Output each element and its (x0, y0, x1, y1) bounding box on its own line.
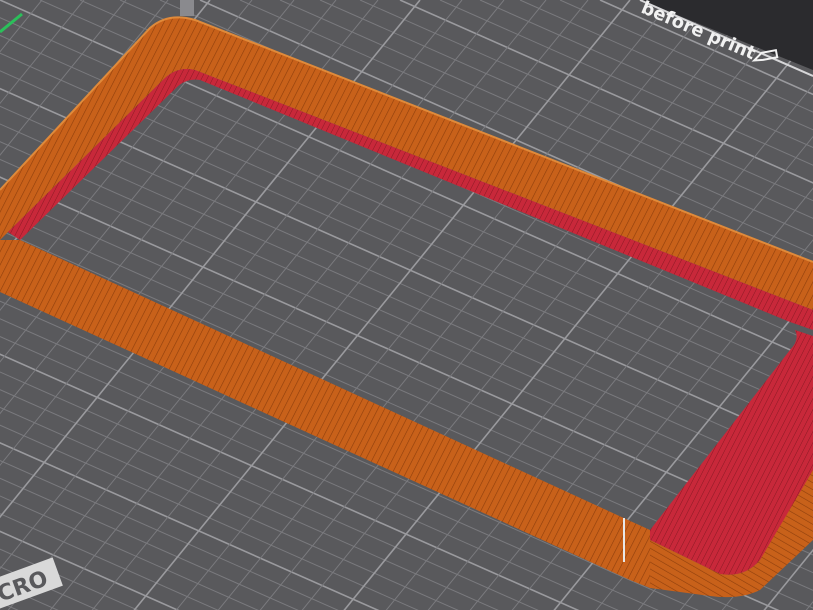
print-bed-scene[interactable]: before print CRO (0, 0, 813, 610)
3d-viewport[interactable]: before print CRO (0, 0, 813, 610)
bed-clip (180, 0, 194, 16)
